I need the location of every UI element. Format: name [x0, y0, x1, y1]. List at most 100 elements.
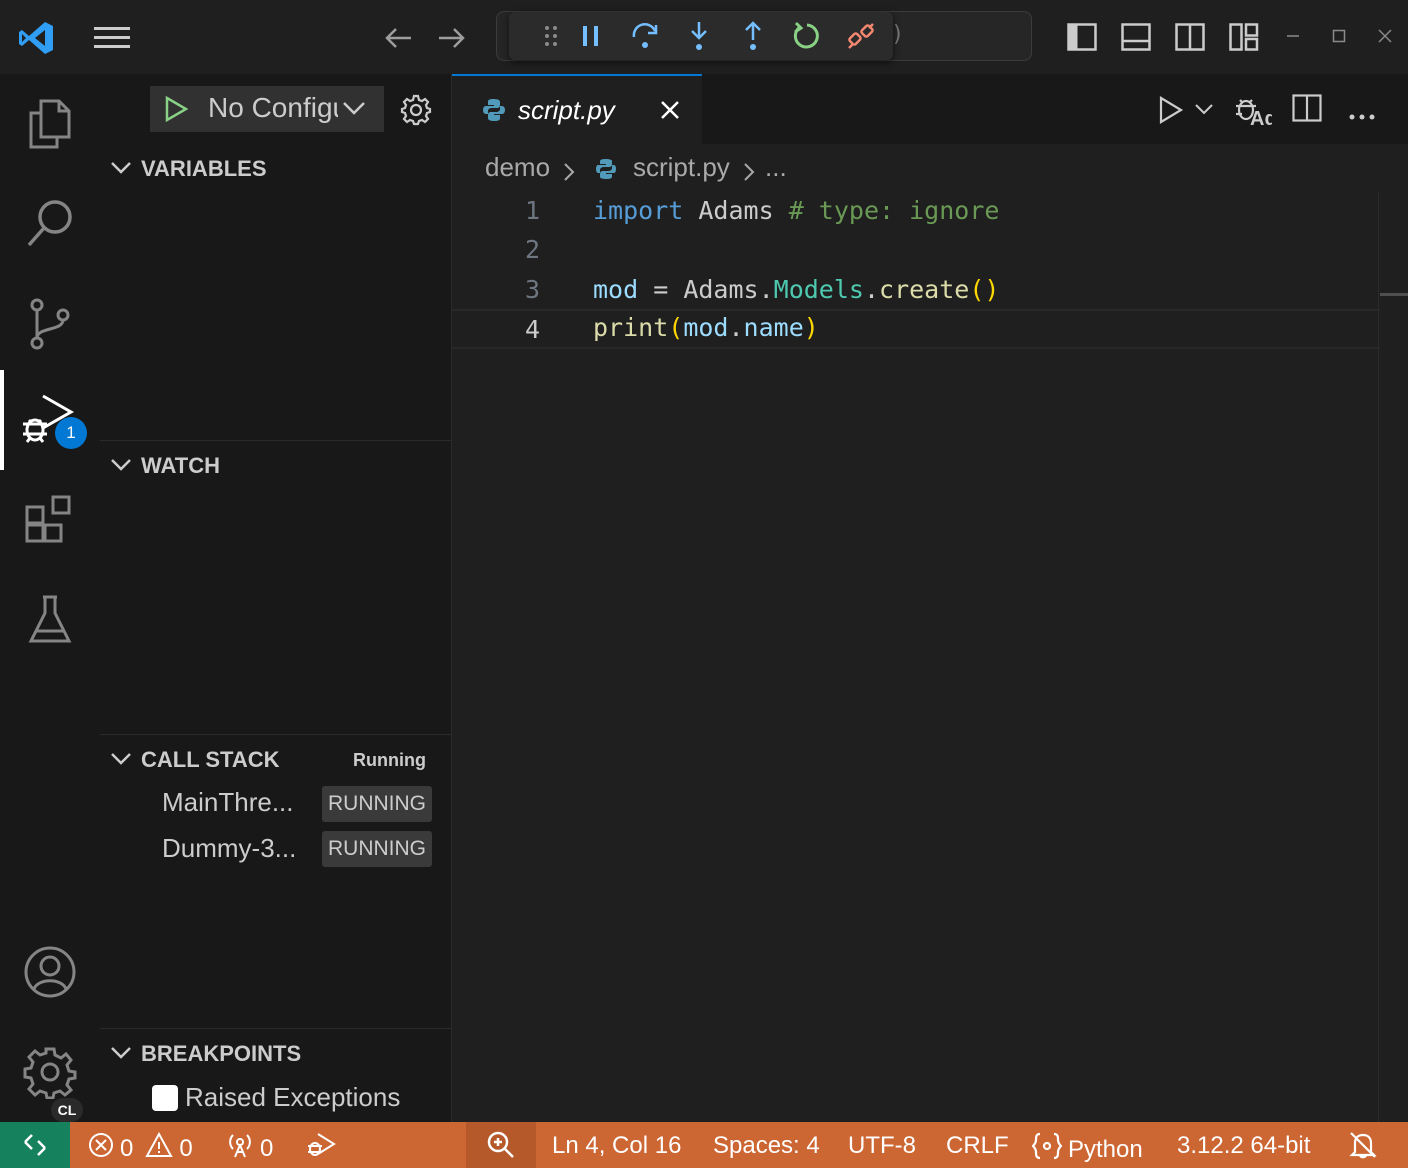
- thread-state-badge: RUNNING: [322, 786, 432, 822]
- braces-icon: [1031, 1132, 1063, 1167]
- language-label: Python: [1068, 1135, 1143, 1163]
- indentation[interactable]: Spaces: 4: [713, 1132, 820, 1160]
- encoding[interactable]: UTF-8: [848, 1132, 916, 1160]
- editor-tab-bar: script.py Ad: [452, 74, 1408, 144]
- extensions-icon[interactable]: [0, 470, 100, 570]
- layout-secondary-icon[interactable]: [1172, 20, 1208, 54]
- debug-toolbar: [509, 12, 893, 60]
- run-debug-icon[interactable]: 1: [0, 370, 100, 470]
- search-icon[interactable]: [0, 174, 100, 274]
- menu-icon[interactable]: [92, 22, 132, 54]
- testing-icon[interactable]: [0, 570, 100, 670]
- more-actions-icon[interactable]: [1348, 106, 1376, 125]
- search-fragment: ): [893, 22, 902, 47]
- callstack-section-header[interactable]: CALL STACK Running: [100, 739, 452, 779]
- debug-status-icon[interactable]: [306, 1132, 336, 1158]
- start-debugging-icon[interactable]: [164, 95, 189, 126]
- python-file-icon: [595, 156, 617, 187]
- chevron-down-icon: [110, 453, 132, 481]
- section-divider: [100, 1028, 452, 1029]
- layout-panel-icon[interactable]: [1118, 20, 1154, 54]
- chevron-down-icon: [110, 747, 132, 775]
- svg-text:Ad: Ad: [1250, 108, 1272, 128]
- forward-arrow-icon[interactable]: [434, 22, 470, 54]
- code-text: print(mod.name): [593, 313, 819, 342]
- customize-layout-icon[interactable]: [1226, 20, 1262, 54]
- breadcrumb: demo script.py ...: [452, 144, 1408, 192]
- step-into-icon[interactable]: [679, 18, 719, 54]
- line-number: 2: [524, 235, 540, 264]
- watch-section-header[interactable]: WATCH: [100, 445, 452, 485]
- step-over-icon[interactable]: [625, 18, 665, 54]
- code-line-current[interactable]: 4 print(mod.name): [452, 309, 1380, 349]
- step-out-icon[interactable]: [733, 18, 773, 54]
- title-bar: ): [0, 0, 1408, 74]
- scrollbar-marker: [1380, 293, 1408, 296]
- chevron-right-icon: [562, 158, 576, 189]
- source-control-icon[interactable]: [0, 274, 100, 374]
- command-center[interactable]: ): [496, 11, 1032, 61]
- settings-gear-icon[interactable]: CL: [0, 1022, 100, 1122]
- broadcast-icon: [226, 1132, 254, 1165]
- debug-settings-gear-icon[interactable]: [400, 94, 432, 130]
- chevron-right-icon: [742, 158, 756, 189]
- drag-handle-icon[interactable]: [531, 18, 571, 54]
- breadcrumb-file[interactable]: script.py: [633, 152, 730, 183]
- explorer-icon[interactable]: [0, 74, 100, 174]
- language-mode[interactable]: Python: [1031, 1132, 1143, 1167]
- run-debug-sidebar: No Configurations VARIABLES WATCH CALL S…: [100, 74, 452, 1122]
- code-text: mod = Adams.Models.create(): [593, 275, 1000, 304]
- run-config-label: No Configurations: [208, 92, 338, 123]
- run-python-file-icon[interactable]: [1158, 96, 1184, 128]
- close-tab-icon[interactable]: [660, 100, 680, 124]
- vscode-logo-icon: [16, 18, 56, 58]
- breakpoints-section-header[interactable]: BREAKPOINTS: [100, 1033, 452, 1073]
- watch-title: WATCH: [141, 453, 221, 478]
- debug-badge: 1: [55, 417, 87, 449]
- code-line[interactable]: 1 import Adams # type: ignore: [452, 192, 1380, 232]
- layout-sidebar-icon[interactable]: [1064, 20, 1100, 54]
- ports-status[interactable]: 0: [226, 1132, 273, 1165]
- maximize-icon[interactable]: [1326, 24, 1352, 48]
- warning-icon: [145, 1131, 174, 1165]
- error-icon: [88, 1132, 114, 1165]
- code-editor[interactable]: 1 import Adams # type: ignore 2 3 mod = …: [452, 192, 1408, 1122]
- code-line[interactable]: 2: [452, 231, 1380, 271]
- problems-status[interactable]: 0 0: [88, 1131, 193, 1165]
- variables-title: VARIABLES: [141, 156, 267, 181]
- code-line[interactable]: 3 mod = Adams.Models.create(): [452, 271, 1380, 311]
- tab-script-py[interactable]: script.py: [452, 74, 702, 144]
- minimize-icon[interactable]: [1280, 24, 1306, 48]
- zoom-icon[interactable]: [466, 1122, 536, 1168]
- raised-exceptions-checkbox[interactable]: [152, 1085, 178, 1111]
- callstack-title: CALL STACK: [141, 747, 280, 772]
- warning-count: 0: [179, 1134, 193, 1162]
- pause-icon[interactable]: [571, 18, 611, 54]
- close-icon[interactable]: [1372, 24, 1398, 48]
- remote-indicator-icon[interactable]: [0, 1122, 70, 1168]
- chevron-down-icon: [342, 98, 366, 122]
- debug-inspect-icon[interactable]: Ad: [1234, 92, 1277, 132]
- disconnect-icon[interactable]: [841, 18, 881, 54]
- breadcrumb-folder[interactable]: demo: [485, 152, 550, 183]
- cursor-position[interactable]: Ln 4, Col 16: [552, 1132, 681, 1160]
- chevron-down-icon[interactable]: [1194, 102, 1214, 121]
- end-of-line[interactable]: CRLF: [946, 1132, 1009, 1160]
- thread-name[interactable]: MainThre...: [162, 787, 294, 818]
- settings-badge: CL: [51, 1098, 83, 1122]
- split-editor-icon[interactable]: [1292, 94, 1322, 126]
- scrollbar-track[interactable]: [1378, 192, 1379, 1122]
- line-number: 1: [524, 196, 540, 225]
- thread-state-badge: RUNNING: [322, 831, 432, 867]
- thread-name[interactable]: Dummy-3...: [162, 833, 296, 864]
- breadcrumb-symbol[interactable]: ...: [765, 152, 787, 183]
- section-divider: [100, 734, 452, 735]
- back-arrow-icon[interactable]: [380, 22, 416, 54]
- restart-icon[interactable]: [787, 18, 827, 54]
- account-icon[interactable]: [0, 922, 100, 1022]
- python-file-icon: [482, 98, 506, 126]
- notifications-bell-icon[interactable]: [1348, 1130, 1378, 1160]
- run-config-dropdown[interactable]: No Configurations: [150, 86, 384, 132]
- variables-section-header[interactable]: VARIABLES: [100, 148, 452, 188]
- python-interpreter[interactable]: 3.12.2 64-bit: [1177, 1132, 1310, 1160]
